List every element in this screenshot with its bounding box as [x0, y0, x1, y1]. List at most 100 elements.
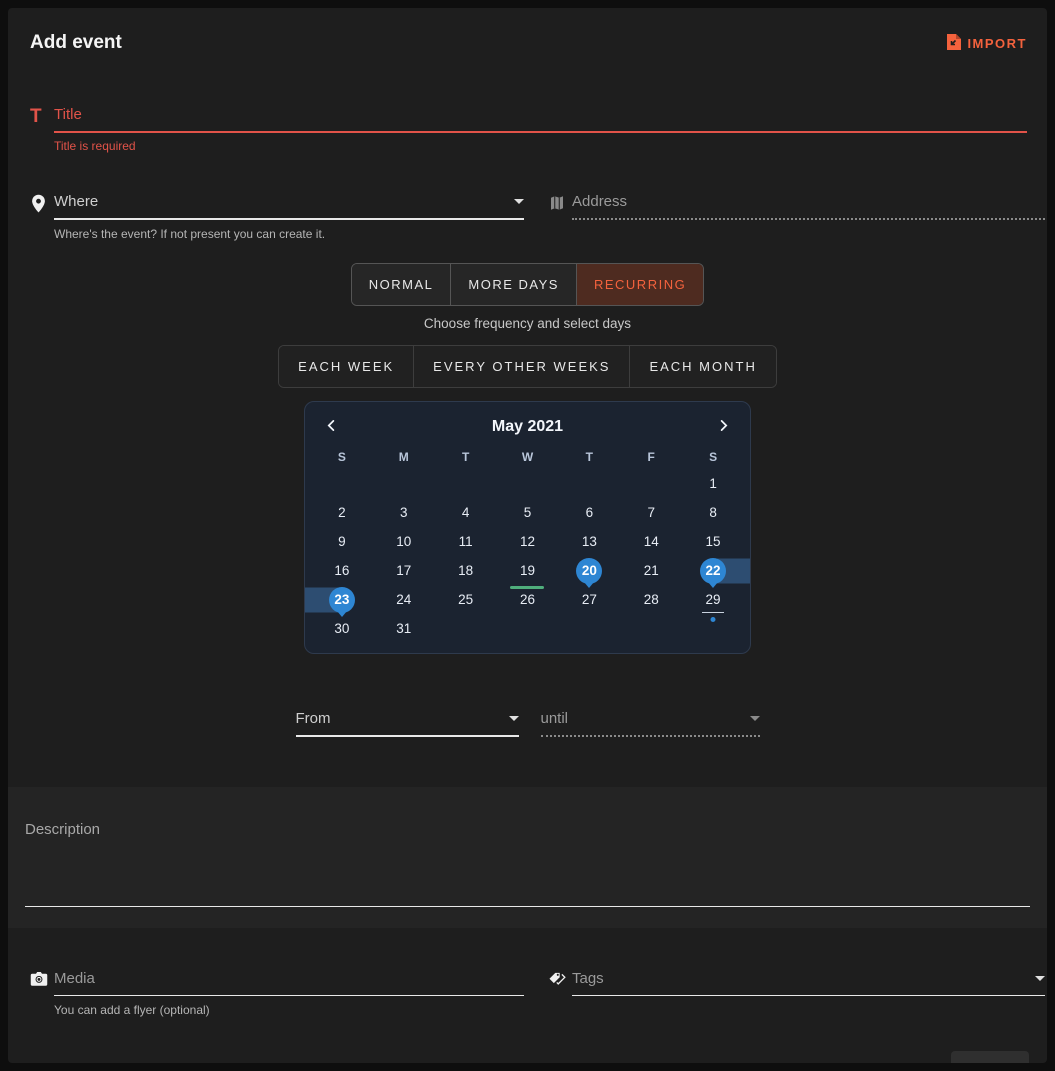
calendar-day-number: 3	[400, 505, 408, 520]
title-error: Title is required	[54, 139, 1027, 153]
map-icon	[548, 193, 572, 212]
frequency-tabs: EACH WEEK EVERY OTHER WEEKS EACH MONTH	[278, 345, 777, 388]
tab-each-month[interactable]: EACH MONTH	[630, 346, 775, 387]
address-placeholder: Address	[572, 193, 627, 210]
calendar: May 2021 SMTWTFS 12345678910111213141516…	[304, 401, 751, 654]
calendar-day-number: 30	[334, 621, 349, 636]
calendar-day-number: 14	[644, 534, 659, 549]
calendar-day-25[interactable]: 25	[435, 585, 497, 614]
chevron-down-icon	[509, 716, 519, 721]
calendar-day-5[interactable]: 5	[497, 498, 559, 527]
tab-more-days[interactable]: MORE DAYS	[451, 264, 577, 305]
tags-select[interactable]: Tags	[572, 970, 1045, 996]
calendar-day-8[interactable]: 8	[682, 498, 744, 527]
until-field: until	[541, 710, 760, 737]
calendar-day-3[interactable]: 3	[373, 498, 435, 527]
title-field: T Title Title is required	[30, 106, 1027, 153]
calendar-day-7[interactable]: 7	[620, 498, 682, 527]
calendar-day-20[interactable]: 20	[558, 556, 620, 585]
calendar-day-2[interactable]: 2	[311, 498, 373, 527]
tab-each-week[interactable]: EACH WEEK	[279, 346, 414, 387]
calendar-day-14[interactable]: 14	[620, 527, 682, 556]
calendar-day-12[interactable]: 12	[497, 527, 559, 556]
where-field: Where Where's the event? If not present …	[30, 193, 524, 241]
calendar-day-11[interactable]: 11	[435, 527, 497, 556]
calendar-next-button[interactable]	[717, 419, 730, 435]
calendar-day-15[interactable]: 15	[682, 527, 744, 556]
until-placeholder: until	[541, 710, 569, 727]
calendar-day-27[interactable]: 27	[558, 585, 620, 614]
calendar-day-18[interactable]: 18	[435, 556, 497, 585]
calendar-day-17[interactable]: 17	[373, 556, 435, 585]
calendar-day-number: 29	[706, 592, 721, 607]
tab-normal[interactable]: NORMAL	[352, 264, 452, 305]
title-input[interactable]: Title	[54, 106, 1027, 133]
address-input[interactable]: Address	[572, 193, 1045, 220]
where-select[interactable]: Where	[54, 193, 524, 220]
calendar-day-number: 27	[582, 592, 597, 607]
calendar-day-number: 21	[644, 563, 659, 578]
add-event-dialog: Add event IMPORT T Title Title is requir…	[8, 8, 1047, 1063]
tags-field: Tags	[548, 970, 1045, 1017]
calendar-day-10[interactable]: 10	[373, 527, 435, 556]
mode-tabs: NORMAL MORE DAYS RECURRING	[351, 263, 704, 306]
file-import-icon	[946, 33, 962, 54]
calendar-day-19[interactable]: 19	[497, 556, 559, 585]
chevron-right-icon	[717, 419, 730, 435]
from-select[interactable]: From	[296, 710, 519, 737]
calendar-day-number: 26	[520, 592, 535, 607]
calendar-day-1[interactable]: 1	[682, 469, 744, 498]
location-pin-icon	[30, 193, 54, 214]
calendar-day-21[interactable]: 21	[620, 556, 682, 585]
dialog-header: Add event IMPORT	[8, 8, 1047, 54]
where-address-row: Where Where's the event? If not present …	[30, 193, 1027, 241]
calendar-day-30[interactable]: 30	[311, 614, 373, 643]
chevron-left-icon	[325, 419, 338, 435]
media-input[interactable]: Media	[54, 970, 524, 996]
tab-recurring[interactable]: RECURRING	[577, 264, 703, 305]
calendar-day-22[interactable]: 22	[682, 556, 744, 585]
where-helper: Where's the event? If not present you ca…	[54, 227, 524, 241]
import-button[interactable]: IMPORT	[946, 33, 1027, 54]
calendar-day-number: 11	[459, 534, 473, 549]
calendar-day-4[interactable]: 4	[435, 498, 497, 527]
calendar-day-number: 22	[706, 563, 721, 578]
calendar-day-empty	[558, 469, 620, 498]
calendar-day-number: 6	[586, 505, 594, 520]
calendar-day-24[interactable]: 24	[373, 585, 435, 614]
tags-icon	[548, 970, 572, 988]
calendar-day-headers: SMTWTFS	[311, 445, 744, 469]
calendar-day-28[interactable]: 28	[620, 585, 682, 614]
media-tags-row: Media You can add a flyer (optional) Tag…	[30, 970, 1027, 1017]
time-range-row: From until	[296, 710, 760, 737]
calendar-day-number: 10	[396, 534, 411, 549]
calendar-day-number: 12	[520, 534, 535, 549]
calendar-dow-label: T	[435, 445, 497, 469]
calendar-day-empty	[435, 469, 497, 498]
calendar-day-empty	[311, 469, 373, 498]
calendar-day-number: 24	[396, 592, 411, 607]
calendar-day-29[interactable]: 29	[682, 585, 744, 614]
calendar-day-number: 7	[647, 505, 655, 520]
calendar-prev-button[interactable]	[325, 419, 338, 435]
calendar-dow-label: S	[311, 445, 373, 469]
calendar-day-number: 17	[396, 563, 411, 578]
calendar-day-number: 8	[709, 505, 717, 520]
calendar-day-26[interactable]: 26	[497, 585, 559, 614]
description-placeholder: Description	[25, 821, 100, 838]
calendar-dow-label: S	[682, 445, 744, 469]
calendar-day-31[interactable]: 31	[373, 614, 435, 643]
calendar-day-6[interactable]: 6	[558, 498, 620, 527]
calendar-day-23[interactable]: 23	[311, 585, 373, 614]
send-button[interactable]: SEND	[951, 1051, 1029, 1063]
chevron-down-icon	[750, 716, 760, 721]
calendar-dow-label: F	[620, 445, 682, 469]
calendar-day-9[interactable]: 9	[311, 527, 373, 556]
calendar-day-16[interactable]: 16	[311, 556, 373, 585]
calendar-day-number: 2	[338, 505, 346, 520]
tab-every-other-weeks[interactable]: EVERY OTHER WEEKS	[414, 346, 630, 387]
calendar-day-number: 31	[396, 621, 411, 636]
until-select[interactable]: until	[541, 710, 760, 737]
description-textarea[interactable]: Description	[25, 821, 1030, 907]
calendar-day-13[interactable]: 13	[558, 527, 620, 556]
